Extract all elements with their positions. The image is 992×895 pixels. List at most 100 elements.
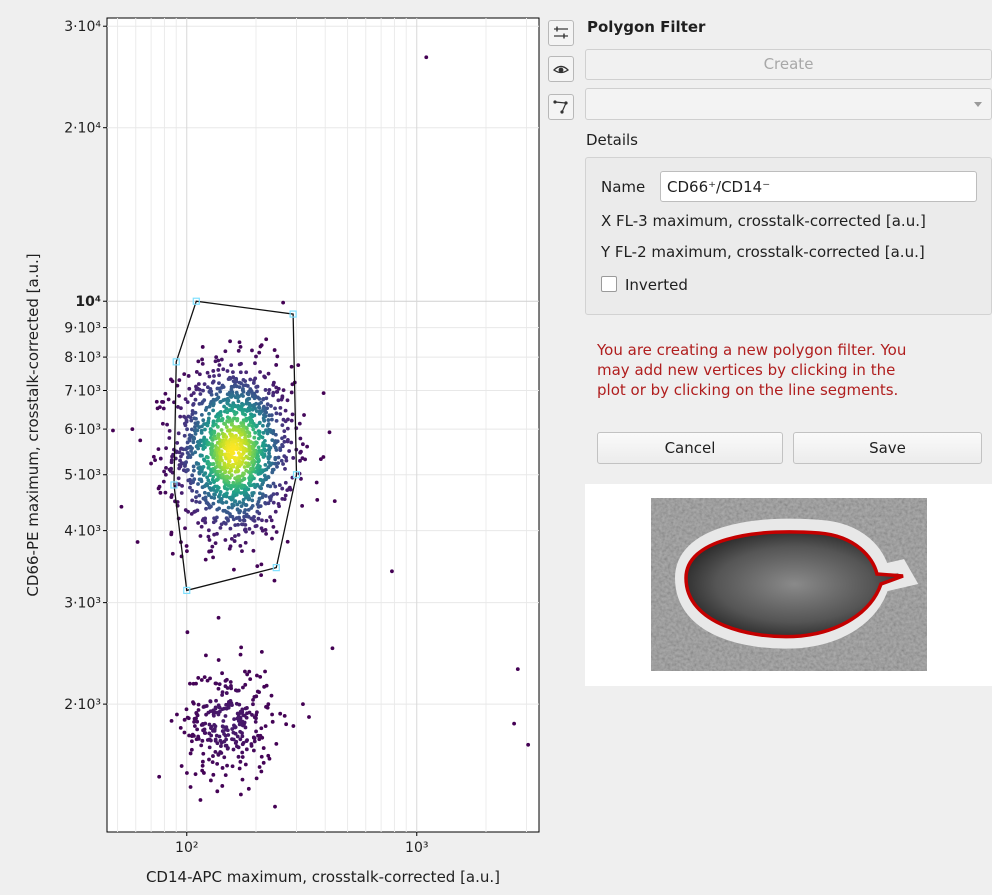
data-point (265, 402, 270, 407)
data-point (253, 361, 257, 366)
data-point (241, 741, 246, 745)
data-point (179, 406, 183, 411)
data-point (223, 678, 228, 683)
data-point (176, 476, 181, 481)
data-point (214, 515, 219, 520)
data-point (196, 676, 201, 680)
data-point (226, 505, 231, 510)
data-point (205, 370, 210, 375)
data-point (264, 531, 268, 536)
polygon-tool-button[interactable] (548, 94, 574, 120)
data-point (202, 398, 207, 403)
data-point (190, 498, 195, 503)
data-point (189, 418, 194, 423)
data-point (285, 539, 290, 544)
data-point (211, 408, 216, 413)
create-button[interactable]: Create (585, 49, 992, 80)
data-point (216, 712, 221, 717)
scatter-plot[interactable]: 3·10⁴ 2·10⁴ 10⁴ 9·10³ 8·10³ 7·10³ 6·10³ 5·10³ 4·… (0, 0, 545, 895)
instruction-message: You are creating a new polygon filter. Y… (597, 341, 907, 399)
data-point (228, 526, 233, 531)
data-point (257, 432, 261, 436)
data-point (236, 754, 241, 759)
data-point (252, 396, 257, 401)
data-point (189, 739, 194, 744)
data-point (188, 455, 193, 459)
data-point (244, 747, 249, 752)
data-point (178, 725, 183, 730)
data-point (233, 412, 237, 417)
data-point (216, 358, 221, 363)
data-point (218, 389, 223, 394)
data-point (130, 427, 135, 432)
x-axis-info: X FL-3 maximum, crosstalk-corrected [a.u… (601, 212, 926, 230)
data-point (240, 423, 245, 428)
data-point (235, 475, 240, 479)
data-point (223, 773, 228, 778)
data-point (207, 404, 212, 409)
data-point (235, 396, 240, 400)
name-field[interactable] (660, 171, 977, 202)
filter-settings-button[interactable] (548, 20, 574, 46)
data-point (224, 743, 229, 748)
data-point (213, 737, 218, 742)
data-point (248, 466, 253, 471)
data-point (241, 471, 246, 476)
data-point (220, 693, 225, 697)
data-point (244, 370, 249, 375)
save-button[interactable]: Save (793, 432, 982, 464)
data-point (307, 715, 311, 719)
data-point (200, 345, 205, 349)
data-point (243, 762, 248, 767)
data-point (251, 381, 256, 385)
data-point (207, 411, 211, 416)
data-point (244, 401, 249, 406)
data-point (254, 354, 258, 359)
data-point (289, 390, 294, 395)
data-point (193, 397, 198, 402)
data-point (188, 681, 192, 686)
data-point (232, 567, 236, 572)
data-point (203, 445, 207, 450)
data-point (220, 671, 224, 676)
data-point (184, 707, 189, 712)
data-point (246, 434, 251, 439)
data-point (236, 522, 240, 527)
data-point (154, 399, 159, 404)
data-point (222, 755, 227, 760)
data-point (231, 480, 236, 485)
data-point (250, 460, 254, 465)
data-point (180, 452, 185, 456)
data-point (283, 467, 287, 471)
details-heading: Details (586, 131, 639, 149)
data-point (169, 719, 174, 723)
data-point (223, 508, 227, 513)
data-point (249, 742, 254, 746)
data-point (188, 785, 193, 789)
data-point (195, 428, 200, 433)
inverted-checkbox[interactable] (601, 276, 617, 292)
data-point (256, 405, 261, 410)
data-point (224, 691, 229, 695)
filter-select[interactable] (585, 88, 992, 120)
data-point (225, 410, 230, 415)
data-point (258, 674, 263, 679)
data-point (225, 763, 229, 768)
data-point (424, 55, 429, 60)
data-point (192, 436, 197, 441)
data-point (202, 727, 207, 732)
data-point (219, 357, 224, 362)
data-point (194, 495, 198, 500)
data-point (266, 753, 271, 758)
data-point (282, 429, 287, 434)
data-point (300, 503, 305, 508)
data-point (267, 451, 271, 456)
view-toggle-button[interactable] (548, 56, 574, 82)
data-point (158, 405, 162, 410)
scatter-plot-canvas[interactable]: 3·10⁴ 2·10⁴ 10⁴ 9·10³ 8·10³ 7·10³ 6·10³ 5·10³ 4·… (0, 0, 545, 895)
cancel-button[interactable]: Cancel (597, 432, 783, 464)
data-point (202, 490, 207, 495)
data-point (273, 455, 278, 460)
data-point (300, 442, 305, 447)
data-point (258, 477, 263, 482)
